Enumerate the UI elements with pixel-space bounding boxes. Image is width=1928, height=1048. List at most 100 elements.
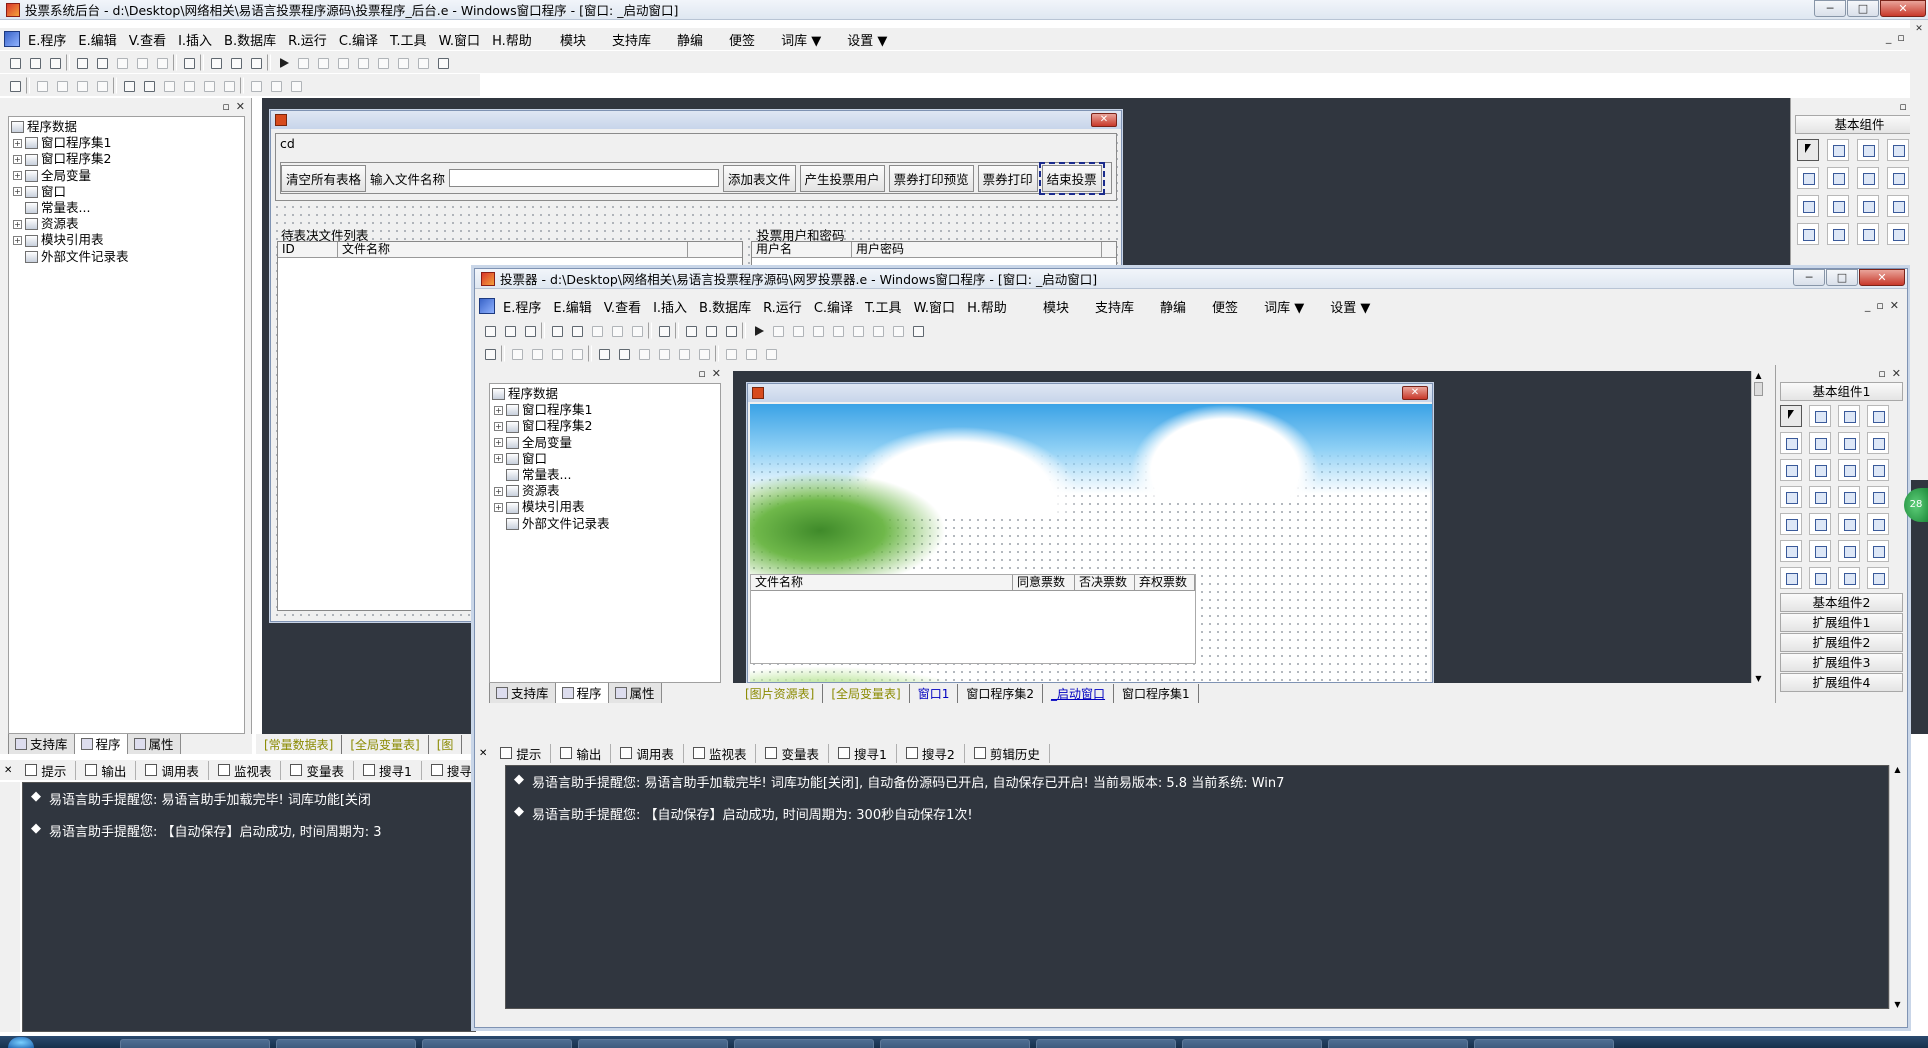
column-header[interactable]: 用户名	[752, 242, 852, 257]
tree-item[interactable]: + 全局变量	[11, 168, 242, 184]
output-tab-hint[interactable]: 提示	[16, 760, 77, 780]
grid-icon[interactable]	[6, 77, 23, 94]
tree-item[interactable]: + 资源表	[492, 483, 718, 499]
component-group-basic1[interactable]: 基本组件1	[1780, 382, 1903, 401]
frame-icon[interactable]	[1809, 432, 1831, 454]
window-tab-active[interactable]: _启动窗口	[1043, 684, 1115, 703]
redo-icon[interactable]	[153, 54, 170, 71]
center-v-icon[interactable]	[615, 345, 632, 362]
menu-support-lib[interactable]: 支持库	[612, 30, 651, 49]
panel-close-icon[interactable]: ✕	[1892, 367, 1901, 380]
menu-database[interactable]: B.数据库	[693, 297, 757, 316]
layout-2-icon[interactable]	[227, 54, 244, 71]
output-tab-watch[interactable]: 监视表	[684, 743, 757, 763]
label-icon[interactable]	[1809, 405, 1831, 427]
grid-icon[interactable]	[481, 345, 498, 362]
text-icon[interactable]	[1857, 167, 1879, 189]
cut-icon[interactable]	[548, 322, 565, 339]
menu-support-lib[interactable]: 支持库	[1095, 297, 1134, 316]
tree-item[interactable]: + 模块引用表	[492, 499, 718, 515]
size-width-icon[interactable]	[247, 77, 264, 94]
taskbar-item[interactable]	[734, 1039, 874, 1048]
step-over-icon[interactable]	[849, 322, 866, 339]
menu-dictionary[interactable]: 词库 ▼	[781, 30, 821, 49]
form-close-icon[interactable]: ✕	[1091, 113, 1117, 127]
menu-compile[interactable]: C.编译	[808, 297, 859, 316]
menu-notes[interactable]: 便签	[729, 30, 755, 49]
taskbar-item[interactable]	[578, 1039, 728, 1048]
align-left-icon[interactable]	[508, 345, 525, 362]
align-top-icon[interactable]	[73, 77, 90, 94]
hand-icon[interactable]	[889, 322, 906, 339]
column-header[interactable]: 文件名称	[751, 575, 1013, 590]
expand-icon[interactable]: +	[13, 187, 22, 197]
tree-item[interactable]: + 资源表	[11, 216, 242, 232]
menu-notes[interactable]: 便签	[1212, 297, 1238, 316]
timer-icon[interactable]	[1809, 513, 1831, 535]
cut-icon[interactable]	[73, 54, 90, 71]
find-icon[interactable]	[655, 322, 672, 339]
output-tab-hint[interactable]: 提示	[491, 743, 552, 763]
component-group[interactable]: 扩展组件4	[1780, 673, 1903, 692]
hand-icon[interactable]	[414, 54, 431, 71]
stop-icon[interactable]	[769, 322, 786, 339]
mdi-restore-icon[interactable]: ▫	[1876, 299, 1883, 312]
align-top-icon[interactable]	[548, 345, 565, 362]
frame-icon[interactable]	[1827, 167, 1849, 189]
tree-root[interactable]: 程序数据	[11, 119, 242, 135]
window-tab[interactable]: 窗口程序集2	[958, 684, 1044, 703]
date-icon[interactable]	[1838, 513, 1860, 535]
scrollbar-icon[interactable]	[1809, 486, 1831, 508]
shape-icon[interactable]	[1887, 139, 1909, 161]
expand-icon[interactable]: +	[13, 155, 22, 164]
output-tab-search1[interactable]: 搜寻1	[829, 743, 897, 763]
menu-edit[interactable]: E.编辑	[547, 297, 597, 316]
expand-icon[interactable]: +	[494, 422, 503, 431]
panel-icon[interactable]	[1867, 567, 1889, 589]
helper-icon[interactable]	[434, 54, 451, 71]
edge-close-icon[interactable]: ✕	[1910, 20, 1928, 38]
picture-box-icon[interactable]	[1838, 405, 1860, 427]
scroll-down-icon[interactable]: ▼	[1890, 1000, 1905, 1009]
progress-icon[interactable]	[1887, 223, 1909, 245]
save-icon[interactable]	[521, 322, 538, 339]
filename-input[interactable]	[449, 169, 720, 187]
button-icon[interactable]	[1809, 540, 1831, 562]
menu-run[interactable]: R.运行	[282, 30, 333, 49]
folder-icon[interactable]	[1838, 540, 1860, 562]
create-voters-button[interactable]: 产生投票用户	[799, 164, 885, 192]
run-to-cursor-icon[interactable]	[869, 322, 886, 339]
list-icon[interactable]	[1867, 459, 1889, 481]
size-height-icon[interactable]	[742, 345, 759, 362]
tree-item[interactable]: + 窗口程序集1	[11, 135, 242, 151]
vote-result-table[interactable]: 文件名称 同意票数 否决票数 弃权票数	[750, 574, 1196, 664]
calendar-icon[interactable]	[1780, 567, 1802, 589]
panel-pin-icon[interactable]: ▫	[1899, 100, 1906, 113]
menu-module[interactable]: 模块	[560, 30, 586, 49]
component-group[interactable]: 扩展组件1	[1780, 613, 1903, 632]
copy-icon[interactable]	[93, 54, 110, 71]
inner-workspace-scrollbar[interactable]: ▲ ▼	[1751, 371, 1765, 683]
menu-settings[interactable]: 设置 ▼	[847, 30, 887, 49]
output-tab-vars[interactable]: 变量表	[756, 743, 829, 763]
close-icon[interactable]: ✕	[1880, 0, 1926, 17]
globe-icon[interactable]	[1809, 567, 1831, 589]
tab-control-icon[interactable]	[1780, 513, 1802, 535]
layout-3-icon[interactable]	[722, 322, 739, 339]
step-over-icon[interactable]	[374, 54, 391, 71]
menu-window[interactable]: W.窗口	[433, 30, 487, 49]
align-right-icon[interactable]	[53, 77, 70, 94]
menu-program[interactable]: E.程序	[497, 297, 547, 316]
expand-icon[interactable]: +	[494, 486, 503, 496]
scroll-thumb[interactable]	[1754, 382, 1763, 396]
expand-icon[interactable]: +	[494, 438, 503, 448]
step-out-icon[interactable]	[354, 54, 371, 71]
expand-icon[interactable]: +	[494, 454, 503, 464]
align-left-icon[interactable]	[33, 77, 50, 94]
splitter-icon[interactable]	[1838, 567, 1860, 589]
table-icon[interactable]	[1780, 486, 1802, 508]
undo-icon[interactable]	[608, 322, 625, 339]
scrollbar-icon[interactable]	[1827, 223, 1849, 245]
close-icon[interactable]: ✕	[1859, 269, 1905, 286]
menu-settings[interactable]: 设置 ▼	[1330, 297, 1370, 316]
